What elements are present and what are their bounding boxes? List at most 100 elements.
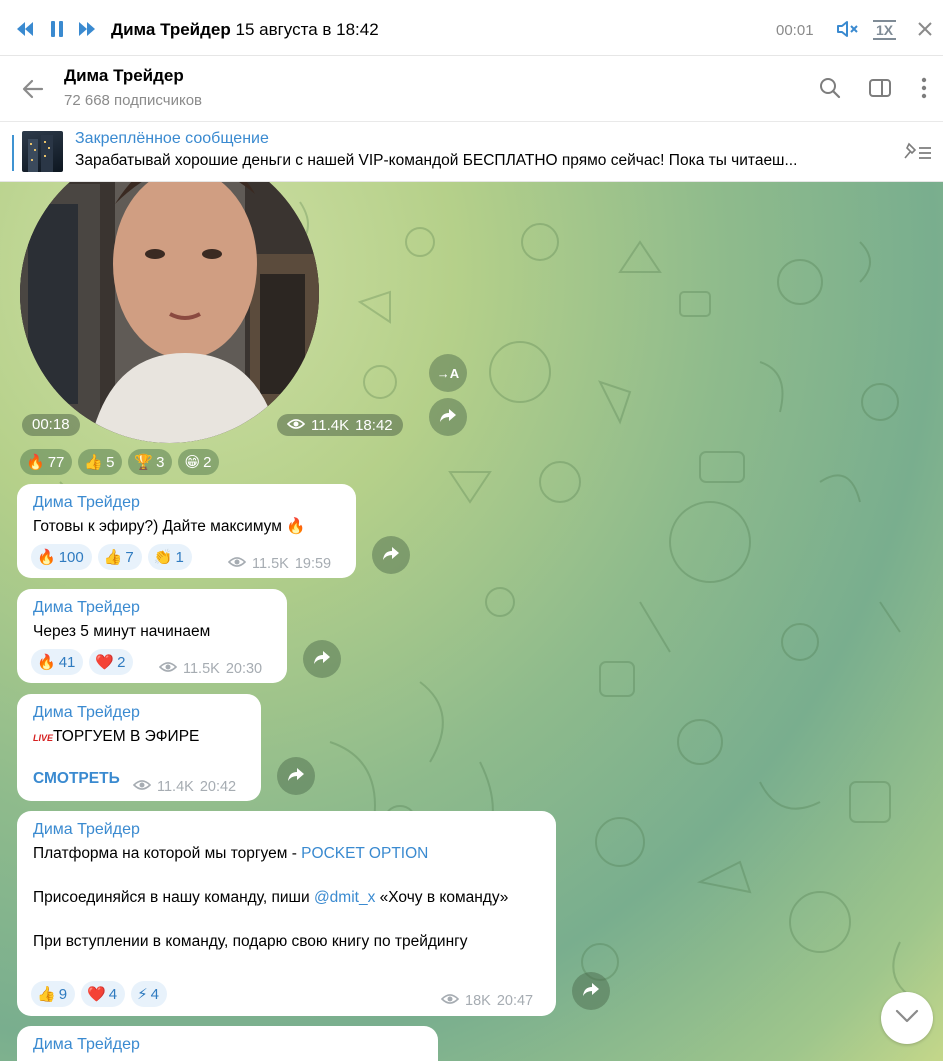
eye-icon [227, 556, 247, 572]
reaction-chip[interactable]: 🔥 41 [31, 649, 84, 675]
reaction-emoji: 👏 [153, 549, 173, 566]
message-time: 20:47 [496, 993, 534, 1009]
message-text: Готовы к эфиру?) Дайте максимум 🔥 [33, 518, 306, 535]
reaction-chip[interactable]: 😁 2 [178, 449, 220, 475]
message-bubble[interactable]: Дима Трейдер LIVEТОРГУЕМ В ЭФИРЕ СМОТРЕТ… [17, 694, 261, 801]
reaction-chip[interactable]: 🔥 77 [20, 449, 73, 475]
video-views: 11.4K [311, 416, 350, 434]
reaction-emoji: 👍 [103, 549, 123, 566]
message-bubble[interactable]: Дима Трейдер Через 5 минут начинаем 🔥 41 … [17, 589, 287, 683]
message-footer: 11.4K 20:42 [132, 779, 236, 795]
pinned-message-bar[interactable]: Закреплённое сообщение Зарабатывай хорош… [0, 122, 943, 182]
message-reactions: 👍 9 ❤️ 4 ⚡ 4 [31, 981, 167, 1007]
reaction-chip[interactable]: ❤️ 2 [89, 649, 134, 675]
message-views: 18K [465, 993, 491, 1009]
text-span: Присоединяйся в нашу команду, пиши [33, 889, 314, 906]
message-views: 11.5K [183, 661, 220, 677]
reaction-chip[interactable]: ❤️ 4 [81, 981, 126, 1007]
forward-button[interactable] [277, 757, 315, 795]
pocket-option-link[interactable]: POCKET OPTION [301, 845, 428, 862]
reaction-chip[interactable]: ⚡ 4 [131, 981, 167, 1007]
reaction-count: 100 [58, 548, 84, 566]
reaction-count: 9 [58, 985, 68, 1003]
translate-button[interactable]: →A [429, 354, 467, 392]
reaction-emoji: 👍 [37, 986, 56, 1003]
reaction-emoji: 🔥 [37, 654, 56, 671]
sidebar-toggle-icon[interactable] [868, 76, 892, 100]
watch-link[interactable]: СМОТРЕТЬ [33, 770, 120, 788]
forward-button[interactable] [572, 972, 610, 1010]
share-arrow-icon [287, 767, 305, 786]
reaction-emoji: ❤️ [95, 654, 115, 671]
message-author[interactable]: Дима Трейдер [33, 704, 245, 726]
eye-icon [158, 661, 178, 677]
reaction-count: 1 [175, 548, 184, 566]
volume-mute-icon[interactable] [835, 18, 861, 40]
text-span: «Хочу в команду» [375, 889, 509, 906]
forward-button[interactable] [303, 640, 341, 678]
pinned-text-bold: Зарабатывай хорошие деньги с нашей VIP-к… [75, 152, 665, 169]
chevron-down-icon [895, 1009, 919, 1028]
message-footer: 18K 20:47 [440, 993, 534, 1009]
eye-icon [132, 779, 152, 795]
forward-button[interactable] [429, 398, 467, 436]
reaction-emoji: 🔥 [26, 454, 45, 471]
fast-forward-icon[interactable] [76, 18, 98, 40]
reaction-count: 77 [47, 453, 65, 471]
eye-icon [286, 417, 306, 434]
reaction-emoji: 🔥 [37, 549, 56, 566]
message-author[interactable]: Дима Трейдер [33, 494, 340, 516]
reaction-count: 4 [108, 985, 118, 1003]
reaction-chip[interactable]: 👍 9 [31, 981, 76, 1007]
message-author[interactable]: Дима Трейдер [33, 1036, 422, 1058]
rewind-icon[interactable] [14, 18, 36, 40]
username-link[interactable]: @dmit_x [314, 889, 375, 906]
message-bubble[interactable]: Дима Трейдер Платформа на которой мы тор… [17, 811, 556, 1016]
message-text-line2: Присоединяйся в нашу команду, пиши @dmit… [33, 887, 540, 909]
reaction-emoji: ⚡ [137, 986, 148, 1003]
forward-button[interactable] [372, 536, 410, 574]
message-author[interactable]: Дима Трейдер [33, 599, 271, 621]
share-arrow-icon [382, 546, 400, 565]
message-text: Через 5 минут начинаем [33, 623, 211, 640]
chat-header: Дима Трейдер 72 668 подписчиков [0, 56, 943, 122]
channel-name[interactable]: Дима Трейдер [64, 66, 184, 86]
share-arrow-icon [439, 408, 457, 427]
message-bubble[interactable]: Дима Трейдер Готовы к эфиру?) Дайте макс… [17, 484, 356, 578]
translate-icon: →A [436, 365, 460, 381]
more-menu-icon[interactable] [912, 76, 936, 100]
reaction-count: 2 [117, 653, 126, 671]
video-reactions: 🔥 77 👍 5 🏆 3 😁 2 [20, 449, 220, 475]
pinned-text: Зарабатывай хорошие деньги с нашей VIP-к… [75, 152, 883, 170]
eye-icon [440, 993, 460, 1009]
message-text: LIVEТОРГУЕМ В ЭФИРЕ [33, 726, 245, 749]
message-text-body: ТОРГУЕМ В ЭФИРЕ [53, 728, 200, 745]
message-reactions: 🔥 100 👍 7 👏 1 [31, 544, 192, 570]
reaction-count: 7 [125, 548, 134, 566]
reaction-chip[interactable]: 🏆 3 [128, 449, 173, 475]
reaction-emoji: 👍 [84, 454, 104, 471]
scroll-to-bottom-button[interactable] [881, 992, 933, 1044]
reaction-chip[interactable]: 👍 5 [78, 449, 123, 475]
player-title[interactable]: Дима Трейдер 15 августа в 18:42 [111, 20, 379, 40]
playback-speed-button[interactable]: 1X [873, 20, 897, 40]
message-footer: 11.5K 20:30 [158, 661, 262, 677]
reaction-chip[interactable]: 🔥 100 [31, 544, 92, 570]
pause-icon[interactable] [46, 18, 68, 40]
reaction-emoji: 🏆 [134, 454, 154, 471]
reaction-count: 5 [106, 453, 115, 471]
pinned-list-icon[interactable] [903, 140, 933, 164]
back-arrow-icon[interactable] [20, 76, 46, 102]
message-author[interactable]: Дима Трейдер [33, 821, 540, 843]
message-text-line1: Платформа на которой мы торгуем - POCKET… [33, 843, 540, 865]
subscriber-count: 72 668 подписчиков [64, 92, 203, 109]
chat-area[interactable]: 00:18 11.4K 18:42 →A 🔥 77 👍 5 🏆 3 😁 2 Дима Т… [0, 182, 943, 1061]
reaction-chip[interactable]: 👏 1 [147, 544, 192, 570]
close-icon[interactable] [914, 18, 936, 40]
video-duration: 00:18 [22, 414, 80, 436]
message-bubble[interactable]: Дима Трейдер [17, 1026, 438, 1061]
reaction-emoji: 😁 [184, 454, 201, 471]
search-icon[interactable] [818, 76, 842, 100]
video-time: 18:42 [355, 416, 393, 434]
reaction-chip[interactable]: 👍 7 [97, 544, 142, 570]
